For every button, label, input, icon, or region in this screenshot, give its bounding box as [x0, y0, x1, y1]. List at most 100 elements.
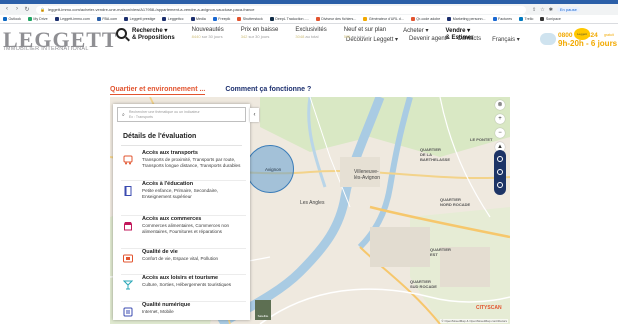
share-icon[interactable]: ⇪ [532, 7, 536, 13]
bookmark-label: My Drive [33, 17, 48, 21]
extensions-icon[interactable]: ✱ [549, 7, 553, 13]
search-icon[interactable] [116, 28, 127, 39]
criteria-item[interactable]: Qualité de vie Confort de vie, Espace vit… [121, 249, 246, 275]
bookmark-item[interactable]: Marketing personn... [447, 17, 486, 21]
criteria-description: Petite enfance, Primaire, Secondaire, En… [142, 188, 219, 199]
nav-item[interactable]: Acheter ▾ [403, 27, 428, 41]
bookmark-favicon-icon [519, 17, 524, 21]
nav-item-sub: & Propositions [132, 35, 175, 41]
bookmark-label: Shutterstock [242, 17, 263, 21]
nav-item-sub: 342 sur 30 jours [241, 34, 279, 39]
layer-time-icon[interactable] [497, 182, 503, 188]
bookmark-item[interactable]: Sonipace [540, 17, 561, 21]
bookmark-favicon-icon [269, 17, 274, 21]
bookmark-item[interactable]: DeepL Traduction -... [269, 17, 309, 21]
chat-bubble-icon[interactable]: Leggett [574, 28, 590, 40]
map-label-sud: QUARTIER SUD ROCADE [410, 279, 437, 289]
bookmark-label: Qr-code adobe [416, 17, 441, 21]
tab-how-it-works[interactable]: Comment ça fonctionne ? [225, 86, 311, 95]
bookmark-item[interactable]: FBA.com [96, 17, 117, 21]
map-controls: ⊗ + − ▲ [494, 100, 506, 152]
nav-item[interactable]: Exclusivités 3048 au total [295, 27, 326, 41]
collapse-panel-icon[interactable]: ‹ [250, 108, 259, 122]
bookmark-item[interactable]: Leggett prestige [124, 17, 155, 21]
address-bar[interactable]: 🔒 leggett-immo.com/acheter-vendre-une-ma… [36, 5, 526, 14]
bookmark-label: Générateur d'URL d... [368, 17, 404, 21]
layer-transport-icon[interactable] [497, 156, 503, 162]
bookmark-item[interactable]: Qr-code adobe [410, 17, 441, 21]
back-icon[interactable]: ‹ [4, 6, 10, 13]
nav-item[interactable]: Nouveautés 8440 sur 30 jours [192, 27, 224, 41]
nav-item[interactable]: Recherche ▾ & Propositions [132, 27, 175, 41]
criteria-item[interactable]: Accès aux transports Transports de proxim… [121, 150, 246, 181]
life-quality-icon [123, 251, 133, 263]
bookmark-item[interactable]: Leggett-immo.com [54, 17, 90, 21]
map-attribution[interactable]: © OpenStreetMap & OpenStreetMap contribu… [440, 319, 508, 323]
bookmark-item[interactable]: Diviseur des fichiers... [315, 17, 356, 21]
criteria-description: Transports de proximité, Transports par … [142, 157, 241, 168]
url-text: leggett-immo.com/acheter-vendre-une-mais… [47, 7, 255, 12]
nav-item-title: Prix en baisse [240, 27, 279, 33]
criteria-item[interactable]: Accès aux loisirs et tourisme Culture, So… [121, 275, 246, 302]
map-label-avignon: Avignon [265, 167, 282, 172]
details-title: Détails de l'évaluation [123, 133, 197, 140]
bookmark-favicon-icon [162, 17, 167, 21]
nav-item[interactable]: Vendre ▾ & Estimer [445, 27, 473, 41]
map-label-le-pontet: LE PONTET [470, 137, 493, 142]
bookmark-star-icon[interactable]: ☆ [540, 7, 544, 13]
nav-item-count: 8440 [191, 34, 201, 39]
nav-item-suffix: sur 30 jours [200, 34, 223, 39]
bookmark-favicon-icon [212, 17, 217, 21]
nav-item-sub: & Estimer [445, 35, 474, 41]
criteria-title: Qualité numérique [142, 302, 191, 308]
criteria-item[interactable]: Qualité numérique Internet, Mobile [121, 302, 246, 322]
nav-item-title: Vendre ▾ [445, 28, 471, 34]
nav-item-title: Exclusivités [295, 27, 327, 33]
bookmark-item[interactable]: Leggettcc [162, 17, 184, 21]
satellite-toggle[interactable]: Satellite [255, 300, 271, 320]
criteria-item[interactable]: Accès aux commerces Commerces alimentaire… [121, 216, 246, 249]
criteria-title: Accès aux loisirs et tourisme [142, 275, 219, 281]
shop-icon [123, 218, 133, 231]
phone-bubble-icon [540, 33, 556, 45]
criteria-title: Accès aux commerces [142, 216, 202, 222]
map-label-barthelasse: QUARTIER DE LA BARTHELASSE [420, 147, 451, 162]
bookmark-item[interactable]: Générateur d'URL d... [363, 17, 404, 21]
bookmark-item[interactable]: Freepik [212, 17, 231, 21]
criteria-description: Commerces alimentaires, Commerces non al… [142, 223, 230, 234]
phone-hours: 9h-20h - 6 jours / [558, 39, 618, 48]
nav-item[interactable]: Neuf et sur plan 595 au total [344, 27, 386, 41]
close-map-icon[interactable]: ⊗ [495, 100, 505, 110]
bookmark-favicon-icon [190, 17, 195, 21]
bookmarks-bar: Outlook My Drive Leggett-immo.com FBA.com Le… [0, 15, 618, 24]
bookmark-favicon-icon [363, 17, 368, 21]
forward-icon[interactable]: › [14, 6, 20, 13]
location-zone-circle[interactable]: Avignon [246, 145, 294, 193]
bookmark-label: Sonipace [545, 17, 561, 21]
nav-item[interactable]: Prix en baisse 342 sur 30 jours [241, 27, 279, 41]
bookmark-favicon-icon [27, 17, 32, 21]
bookmark-item[interactable]: Trello [519, 17, 533, 21]
criteria-item[interactable]: Accès à l'éducation Petite enfance, Prima… [121, 181, 246, 216]
reload-icon[interactable]: ↻ [24, 6, 30, 13]
map-label-nord: QUARTIER NORD ROCADE [440, 197, 471, 207]
profile-pill[interactable]: En pause [556, 7, 580, 12]
bookmark-item[interactable]: My Drive [27, 17, 48, 21]
bookmark-label: Freepik [218, 17, 231, 21]
bookmark-label: Marketing personn... [452, 17, 486, 21]
browser-toolbar: ‹ › ↻ 🔒 leggett-immo.com/acheter-vendre-… [0, 4, 618, 15]
bookmark-item[interactable]: Media [190, 17, 206, 21]
bookmark-item[interactable]: Factures [492, 17, 512, 21]
criteria-title: Accès aux transports [142, 150, 198, 156]
top-link[interactable]: Français ▾ [492, 36, 520, 43]
theme-search-input[interactable]: ⌕ Rechercher une thématique ou un indica… [117, 107, 246, 122]
zoom-out-button[interactable]: − [495, 128, 505, 138]
map-layer-switcher[interactable] [494, 150, 506, 195]
zoom-in-button[interactable]: + [495, 114, 505, 124]
bookmark-item[interactable]: Shutterstock [237, 17, 263, 21]
tab-quartier[interactable]: Quartier et environnement ... [110, 86, 206, 95]
bookmark-item[interactable]: Outlook [3, 17, 21, 21]
map-label-les-angles: Les Angles [300, 200, 325, 206]
layer-poi-icon[interactable] [497, 169, 503, 175]
nav-item-suffix: au total [350, 34, 365, 39]
